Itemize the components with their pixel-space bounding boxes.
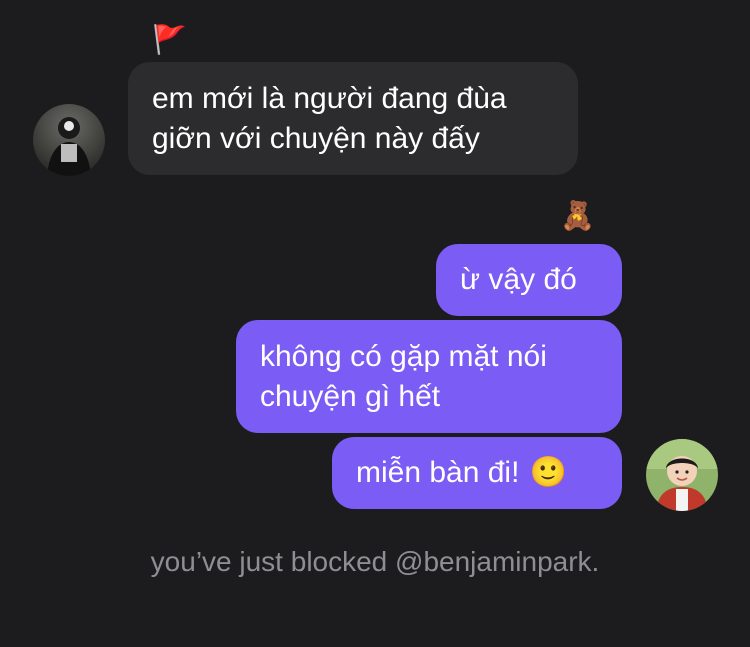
outgoing-message-text: không có gặp mặt nói chuyện gì hết bbox=[260, 339, 547, 413]
user-avatar-child-icon bbox=[646, 439, 718, 511]
chat-thread: 🚩 em mới là người đang đùa giỡn với chuy… bbox=[0, 0, 750, 647]
incoming-message-bubble[interactable]: em mới là người đang đùa giỡn với chuyện… bbox=[128, 62, 578, 175]
flag-reaction-icon[interactable]: 🚩 bbox=[152, 26, 187, 54]
outgoing-message-bubble[interactable]: ừ vậy đó bbox=[436, 244, 622, 316]
smile-emoji-icon: 🙂 bbox=[529, 456, 567, 489]
outgoing-message-bubble[interactable]: miễn bàn đi! 🙂 bbox=[332, 437, 622, 509]
outgoing-message-text: ừ vậy đó bbox=[460, 263, 577, 296]
flag-emoji: 🚩 bbox=[152, 24, 187, 55]
user-avatar-dark-icon bbox=[33, 104, 105, 176]
outgoing-message-bubble[interactable]: không có gặp mặt nói chuyện gì hết bbox=[236, 320, 622, 433]
contact-avatar[interactable] bbox=[33, 104, 105, 176]
teddy-bear-emoji: 🧸 bbox=[560, 200, 595, 231]
self-avatar[interactable] bbox=[646, 439, 718, 511]
incoming-message-text: em mới là người đang đùa giỡn với chuyện… bbox=[152, 81, 507, 155]
teddy-bear-reaction-icon[interactable]: 🧸 bbox=[560, 202, 595, 230]
blocked-notice: you’ve just blocked @benjaminpark. bbox=[150, 546, 600, 577]
outgoing-message-text: miễn bàn đi! bbox=[356, 456, 520, 489]
